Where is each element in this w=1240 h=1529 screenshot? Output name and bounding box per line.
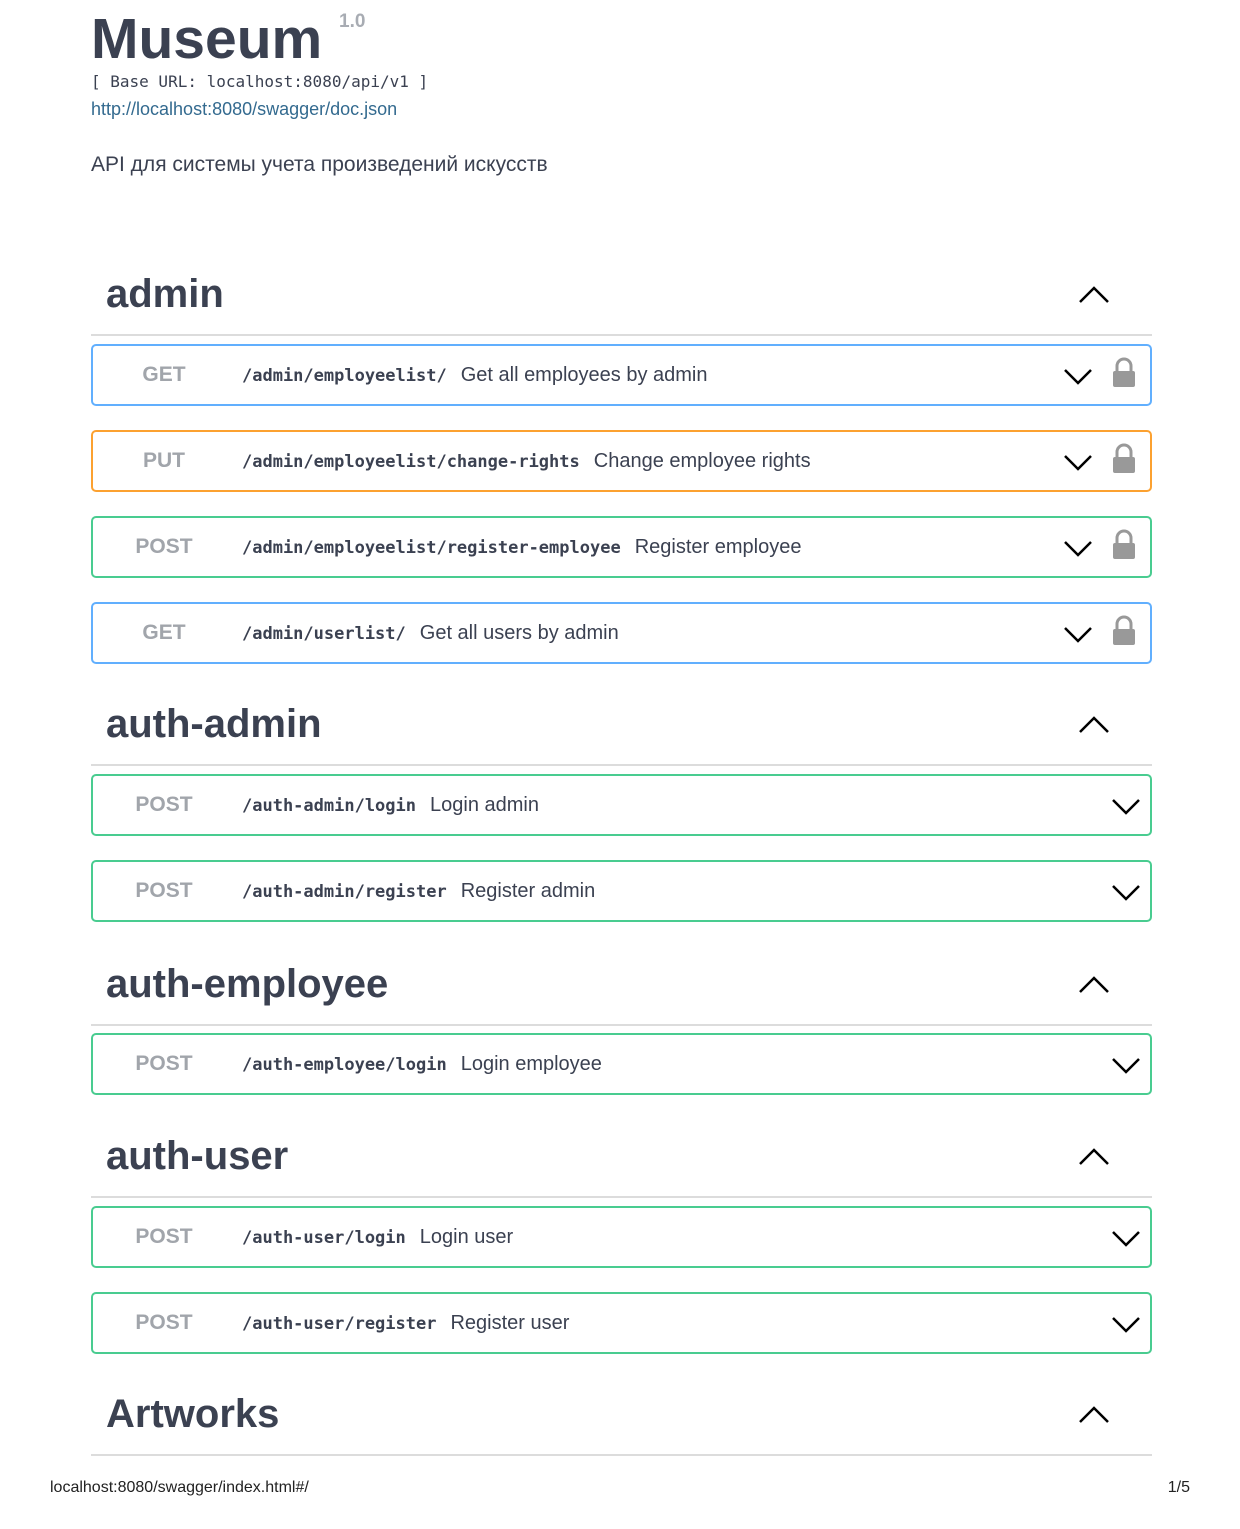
chevron-up-icon[interactable] xyxy=(1076,708,1112,744)
operation-path: /admin/employeelist/register-employee Reg… xyxy=(242,518,801,576)
operation-summary: Register user xyxy=(450,1312,570,1334)
operation-path: /auth-admin/login Login admin xyxy=(242,776,539,834)
operation-summary: Get all employees by admin xyxy=(460,364,708,386)
path-text: /admin/userlist/ xyxy=(242,624,406,644)
path-text: /admin/employeelist/register-employee xyxy=(242,538,621,558)
method-badge: POST xyxy=(135,879,193,902)
lock-icon[interactable] xyxy=(1111,357,1137,389)
operation-path: /admin/employeelist/change-rights Change … xyxy=(242,432,811,490)
base-url: [ Base URL: localhost:8080/api/v1 ] xyxy=(91,72,429,91)
operation-post-auth-admin-register[interactable]: POST /auth-admin/register Register admin xyxy=(91,860,1152,922)
api-title: Museum xyxy=(91,7,323,71)
method-badge: POST xyxy=(135,1225,193,1248)
operation-post-register-employee[interactable]: POST /admin/employeelist/register-employ… xyxy=(91,516,1152,578)
operation-path: /auth-user/login Login user xyxy=(242,1208,513,1266)
lock-icon[interactable] xyxy=(1111,529,1137,561)
chevron-down-icon[interactable] xyxy=(1062,533,1094,563)
path-text: /auth-admin/login xyxy=(242,796,416,816)
method-badge: POST xyxy=(135,1311,193,1334)
chevron-down-icon[interactable] xyxy=(1110,791,1142,821)
operation-post-auth-user-register[interactable]: POST /auth-user/register Register user xyxy=(91,1292,1152,1354)
operation-summary: Login employee xyxy=(460,1053,602,1075)
lock-icon[interactable] xyxy=(1111,443,1137,475)
operation-post-auth-user-login[interactable]: POST /auth-user/login Login user xyxy=(91,1206,1152,1268)
chevron-down-icon[interactable] xyxy=(1110,877,1142,907)
operation-summary: Login user xyxy=(419,1226,514,1248)
section-title: Artworks xyxy=(106,1392,280,1436)
path-text: /auth-employee/login xyxy=(242,1055,447,1075)
footer-url: localhost:8080/swagger/index.html#/ xyxy=(50,1479,309,1496)
operation-put-change-rights[interactable]: PUT /admin/employeelist/change-rights Cha… xyxy=(91,430,1152,492)
operation-path: /auth-user/register Register user xyxy=(242,1294,569,1352)
path-text: /auth-admin/register xyxy=(242,882,447,902)
operation-path: /auth-admin/register Register admin xyxy=(242,862,595,920)
operation-summary: Register employee xyxy=(634,536,802,558)
operation-get-userlist[interactable]: GET /admin/userlist/Get all users by adm… xyxy=(91,602,1152,664)
operation-summary: Change employee rights xyxy=(593,450,811,472)
operation-summary: Login admin xyxy=(430,794,539,816)
operation-post-auth-employee-login[interactable]: POST /auth-employee/login Login employee xyxy=(91,1033,1152,1095)
chevron-down-icon[interactable] xyxy=(1062,447,1094,477)
chevron-down-icon[interactable] xyxy=(1110,1223,1142,1253)
operation-summary: Register admin xyxy=(460,880,596,902)
section-header-auth-employee[interactable]: auth-employee xyxy=(91,960,1152,1026)
title-row: Museum 1.0 xyxy=(91,0,1152,71)
operation-path: /auth-employee/login Login employee xyxy=(242,1035,602,1093)
method-badge: GET xyxy=(142,363,186,386)
chevron-up-icon[interactable] xyxy=(1076,1398,1112,1434)
section-header-artworks[interactable]: Artworks xyxy=(91,1390,1152,1456)
page-number: 1/5 xyxy=(1167,1479,1190,1496)
method-badge: POST xyxy=(135,535,193,558)
method-badge: GET xyxy=(142,621,186,644)
operation-path: /admin/employeelist/Get all employees by… xyxy=(242,346,708,404)
operation-get-employeelist[interactable]: GET /admin/employeelist/Get all employee… xyxy=(91,344,1152,406)
swagger-doc-link[interactable]: http://localhost:8080/swagger/doc.json xyxy=(91,99,397,120)
operation-post-auth-admin-login[interactable]: POST /auth-admin/login Login admin xyxy=(91,774,1152,836)
chevron-down-icon[interactable] xyxy=(1062,361,1094,391)
api-info: Museum 1.0 [ Base URL: localhost:8080/ap… xyxy=(91,0,1152,176)
path-text: /auth-user/register xyxy=(242,1314,437,1334)
section-title: auth-user xyxy=(106,1134,289,1178)
operation-summary: Get all users by admin xyxy=(419,622,619,644)
chevron-up-icon[interactable] xyxy=(1076,968,1112,1004)
section-header-auth-user[interactable]: auth-user xyxy=(91,1132,1152,1198)
method-badge: POST xyxy=(135,1052,193,1075)
chevron-down-icon[interactable] xyxy=(1110,1309,1142,1339)
version-badge: 1.0 xyxy=(339,11,366,32)
method-badge: PUT xyxy=(143,449,185,472)
path-text: /admin/employeelist/ xyxy=(242,366,447,386)
api-description: API для системы учета произведений искус… xyxy=(91,153,548,176)
section-title: admin xyxy=(106,272,224,316)
chevron-up-icon[interactable] xyxy=(1076,278,1112,314)
operation-path: /admin/userlist/Get all users by admin xyxy=(242,604,619,662)
section-header-admin[interactable]: admin xyxy=(91,270,1152,336)
path-text: /auth-user/login xyxy=(242,1228,406,1248)
section-header-auth-admin[interactable]: auth-admin xyxy=(91,700,1152,766)
lock-icon[interactable] xyxy=(1111,615,1137,647)
chevron-down-icon[interactable] xyxy=(1110,1050,1142,1080)
section-title: auth-admin xyxy=(106,702,322,746)
chevron-up-icon[interactable] xyxy=(1076,1140,1112,1176)
method-badge: POST xyxy=(135,793,193,816)
section-title: auth-employee xyxy=(106,962,389,1006)
chevron-down-icon[interactable] xyxy=(1062,619,1094,649)
path-text: /admin/employeelist/change-rights xyxy=(242,452,580,472)
